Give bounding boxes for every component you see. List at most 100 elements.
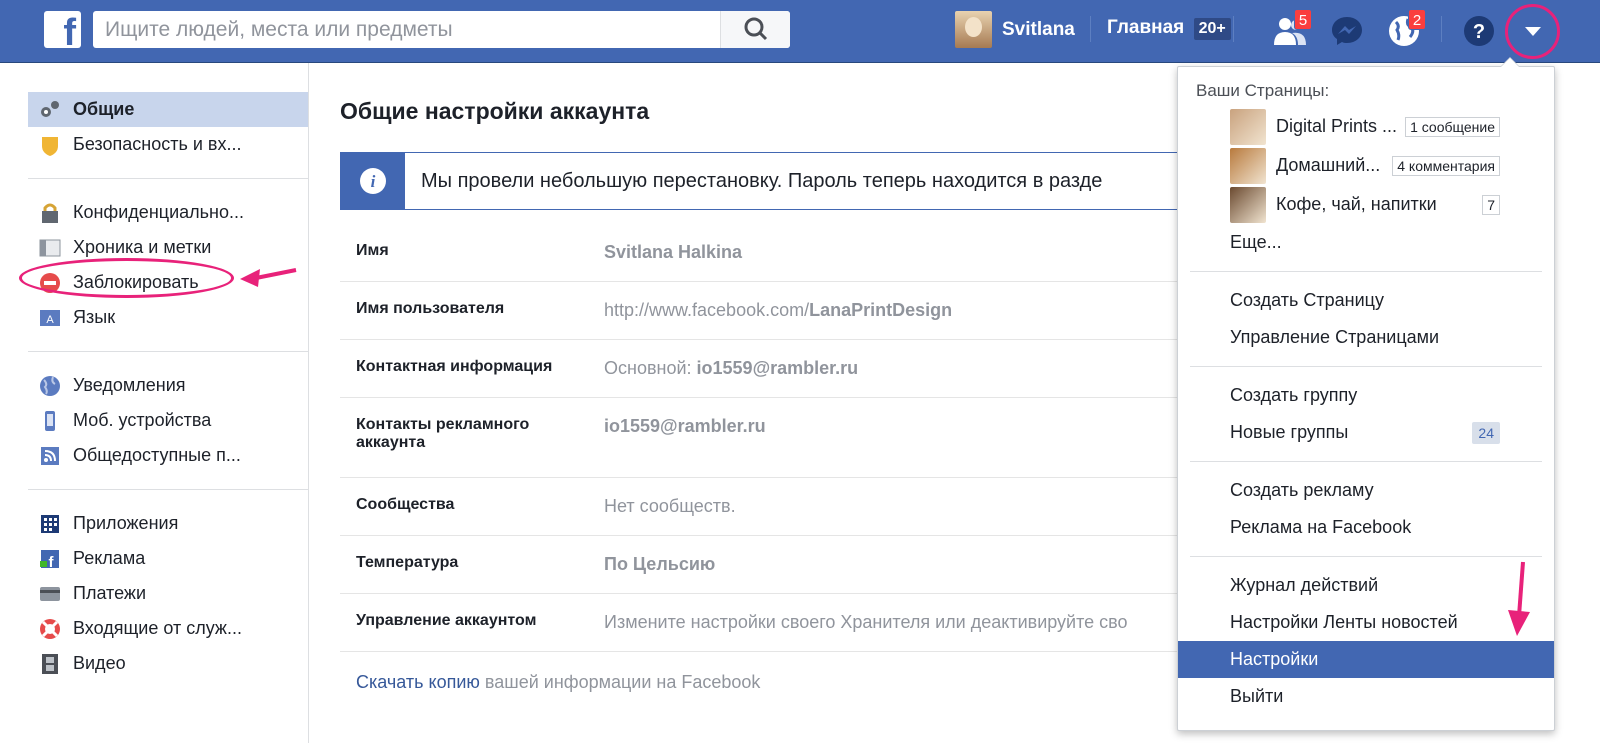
- sidebar-item-label: Входящие от служ...: [73, 618, 242, 638]
- lifebuoy-icon: [38, 617, 62, 641]
- sidebar-separator: [28, 351, 308, 352]
- settings-value-main: Измените настройки своего Хранителя или …: [604, 612, 1128, 632]
- sidebar-item-ads[interactable]: f Реклама: [28, 541, 308, 576]
- menu-item[interactable]: Журнал действий: [1178, 567, 1554, 604]
- lock-icon: [38, 201, 62, 225]
- friend-requests-button[interactable]: 5: [1272, 9, 1312, 49]
- settings-row-value: Основной: io1559@rambler.ru: [604, 340, 1190, 397]
- settings-row-label: Контактная информация: [356, 358, 553, 375]
- menu-item[interactable]: Реклама на Facebook: [1178, 509, 1554, 546]
- download-text: вашей информации на Facebook: [479, 672, 761, 692]
- main-content: Общие настройки аккаунта i Мы провели не…: [340, 98, 1190, 693]
- sidebar-item-label: Хроника и метки: [73, 237, 212, 257]
- profile-name: Svitlana: [1002, 18, 1075, 40]
- notifications-badge: 2: [1408, 9, 1426, 30]
- menu-item-label: Выйти: [1230, 686, 1284, 706]
- sidebar-item-language[interactable]: A Язык: [28, 300, 308, 335]
- menu-page-item[interactable]: Домашний... 4 комментария: [1178, 146, 1554, 185]
- profile-link[interactable]: Svitlana: [955, 11, 1075, 48]
- settings-row-label: Контакты рекламного аккаунта: [356, 416, 530, 451]
- sidebar-item-label: Общедоступные п...: [73, 445, 241, 465]
- sidebar-item-label: Конфиденциально...: [73, 202, 244, 222]
- annotation-arrow-down: [1508, 561, 1530, 636]
- divider: [1441, 16, 1442, 42]
- help-button[interactable]: ?: [1461, 13, 1497, 49]
- notifications-button[interactable]: 2: [1386, 9, 1426, 49]
- home-link[interactable]: Главная 20+: [1107, 17, 1231, 40]
- sidebar-item-apps[interactable]: Приложения: [28, 506, 308, 541]
- settings-row[interactable]: Контакты рекламного аккаунта io1559@rambl…: [340, 398, 1190, 478]
- sidebar-item-gear[interactable]: Общие: [28, 92, 308, 127]
- search-icon: [744, 17, 768, 41]
- sidebar-item-label: Реклама: [73, 548, 146, 568]
- sidebar-item-label: Платежи: [73, 583, 147, 603]
- menu-item[interactable]: Новые группы 24: [1178, 414, 1554, 451]
- friend-requests-badge: 5: [1294, 9, 1312, 30]
- settings-row[interactable]: Имя Svitlana Halkina: [340, 224, 1190, 282]
- menu-item[interactable]: Настройки Ленты новостей: [1178, 604, 1554, 641]
- sidebar-item-film[interactable]: Видео: [28, 646, 308, 681]
- settings-row-label: Имя пользователя: [356, 300, 505, 317]
- annotation-oval: [19, 258, 234, 298]
- search-input[interactable]: [93, 11, 719, 48]
- facebook-logo[interactable]: f: [44, 11, 81, 48]
- sidebar-item-lock[interactable]: Конфиденциально...: [28, 195, 308, 230]
- menu-item-label: Новые группы: [1230, 422, 1349, 442]
- sidebar-item-rss[interactable]: Общедоступные п...: [28, 438, 308, 473]
- sidebar-item-lifebuoy[interactable]: Входящие от служ...: [28, 611, 308, 646]
- menu-more-pages[interactable]: Еще...: [1178, 224, 1554, 261]
- sidebar-item-phone[interactable]: Моб. устройства: [28, 403, 308, 438]
- settings-row[interactable]: Имя пользователя http://www.facebook.com/…: [340, 282, 1190, 340]
- menu-item[interactable]: Создать рекламу: [1178, 472, 1554, 509]
- settings-row[interactable]: Управление аккаунтом Измените настройки с…: [340, 594, 1190, 652]
- settings-value-prefix: Основной:: [604, 358, 697, 378]
- menu-item[interactable]: Создать группу: [1178, 377, 1554, 414]
- search-button[interactable]: [720, 11, 790, 48]
- info-banner: i Мы провели небольшую перестановку. Пар…: [340, 152, 1190, 210]
- svg-text:A: A: [46, 314, 54, 326]
- divider: [1090, 16, 1091, 42]
- menu-item-label: Реклама на Facebook: [1230, 517, 1412, 537]
- menu-item[interactable]: Настройки: [1178, 641, 1554, 678]
- menu-separator: [1190, 271, 1542, 272]
- language-icon: A: [38, 306, 62, 330]
- settings-row-value: http://www.facebook.com/LanaPrintDesign: [604, 282, 1190, 339]
- sidebar-item-label: Видео: [73, 653, 126, 673]
- menu-item-label: Создать группу: [1230, 385, 1358, 405]
- menu-item-label: Создать Страницу: [1230, 290, 1384, 310]
- menu-item[interactable]: Выйти: [1178, 678, 1554, 715]
- menu-item[interactable]: Создать Страницу: [1178, 282, 1554, 319]
- sidebar-item-label: Общие: [73, 99, 135, 119]
- sidebar-item-globe[interactable]: Уведомления: [28, 368, 308, 403]
- top-navigation-bar: f Svitlana Главная 20+ 5: [0, 0, 1600, 63]
- sidebar-item-label: Язык: [73, 307, 116, 327]
- phone-icon: [38, 409, 62, 433]
- menu-item[interactable]: Управление Страницами: [1178, 319, 1554, 356]
- page-name: Домашний...: [1276, 155, 1381, 175]
- page-count-badge: 1 сообщение: [1405, 116, 1500, 137]
- settings-row[interactable]: Контактная информация Основной: io1559@ra…: [340, 340, 1190, 398]
- annotation-circle: [1505, 4, 1560, 59]
- menu-page-item[interactable]: Digital Prints ... 1 сообщение: [1178, 107, 1554, 146]
- messenger-button[interactable]: [1329, 13, 1365, 49]
- sidebar-item-shield[interactable]: Безопасность и вх...: [28, 127, 308, 162]
- menu-page-item[interactable]: Кофе, чай, напитки 7: [1178, 185, 1554, 224]
- page-title: Общие настройки аккаунта: [340, 98, 650, 124]
- sidebar-item-label: Уведомления: [73, 375, 186, 395]
- settings-row[interactable]: Сообщества Нет сообществ.: [340, 478, 1190, 536]
- settings-row[interactable]: Температура По Цельсию: [340, 536, 1190, 594]
- settings-row-label: Температура: [356, 554, 459, 571]
- menu-item-label: Журнал действий: [1230, 575, 1379, 595]
- download-copy-link[interactable]: Скачать копию: [356, 672, 480, 692]
- info-icon-box: i: [341, 153, 405, 209]
- avatar: [955, 11, 992, 48]
- sidebar-item-label: Приложения: [73, 513, 179, 533]
- messenger-icon: [1332, 17, 1362, 45]
- ads-icon: f: [38, 547, 62, 571]
- globe-icon: [38, 374, 62, 398]
- settings-value-main: По Цельсию: [604, 554, 716, 574]
- settings-value-main: io1559@rambler.ru: [604, 416, 766, 436]
- sidebar-item-card[interactable]: Платежи: [28, 576, 308, 611]
- divider: [1233, 16, 1234, 42]
- apps-icon: [38, 512, 62, 536]
